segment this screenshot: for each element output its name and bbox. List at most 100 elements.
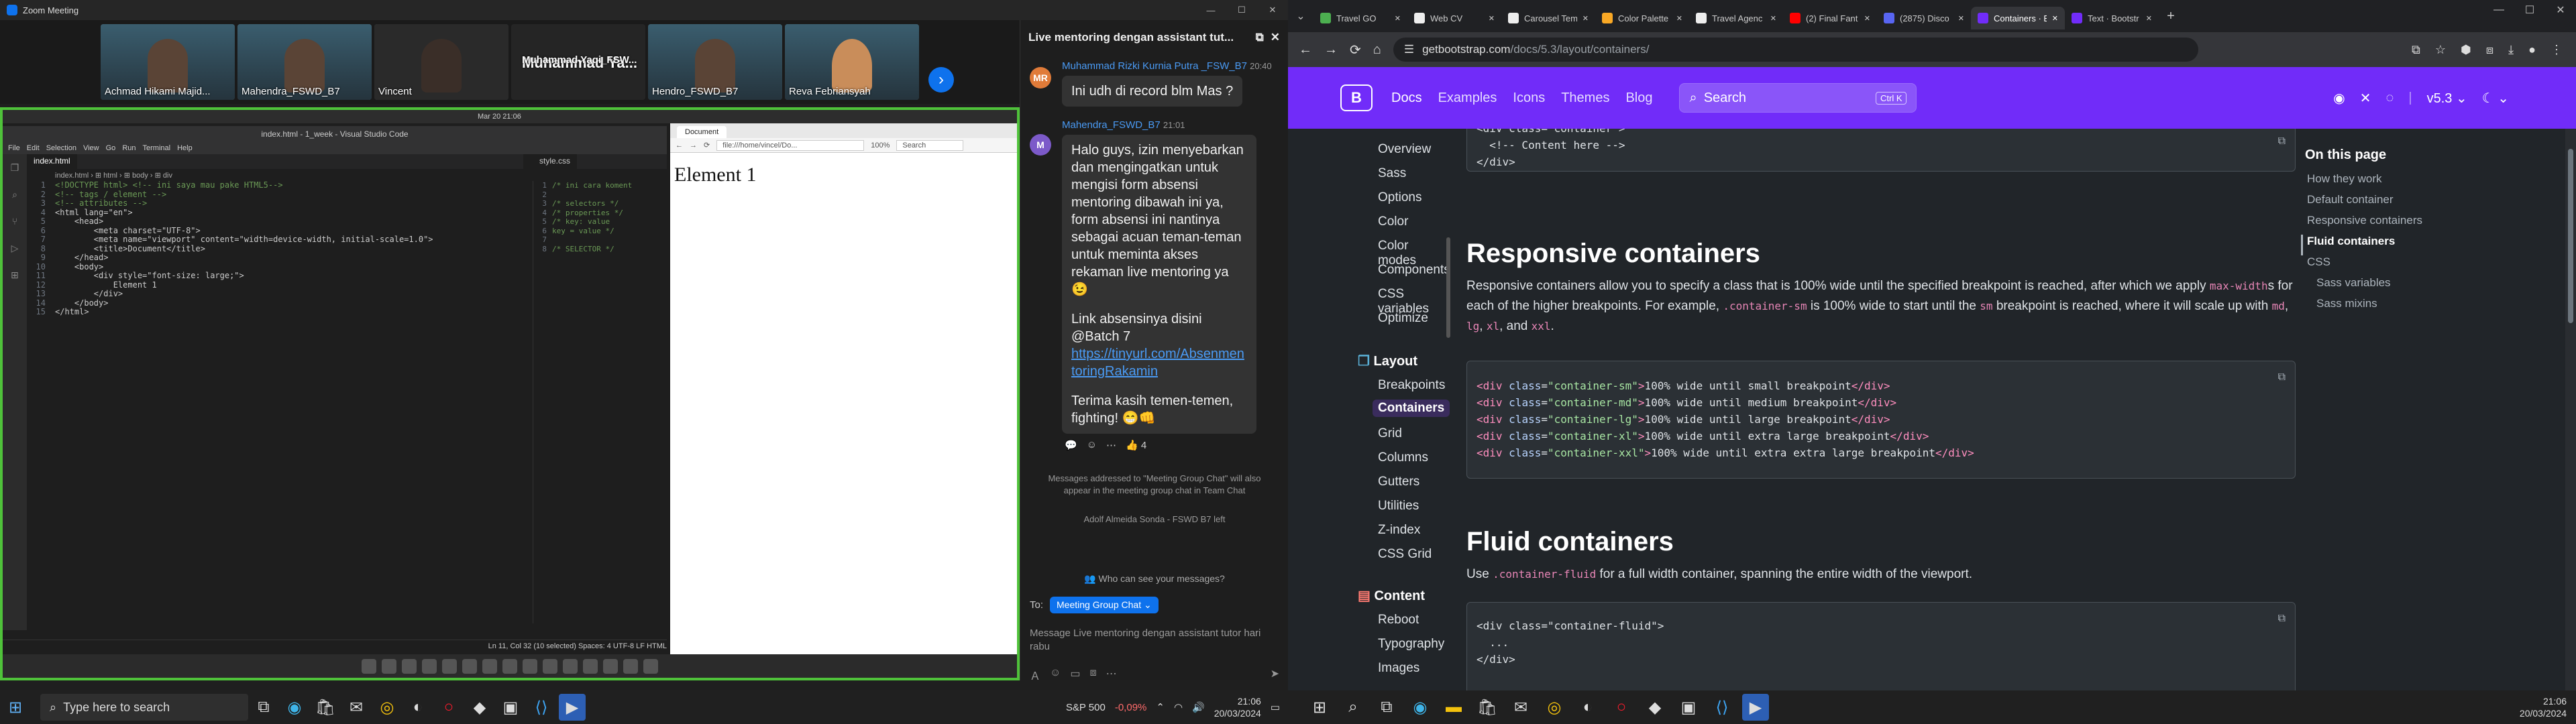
toc-item[interactable]: Sass variables	[2301, 276, 2469, 297]
browser-tab[interactable]: Color Palette ✕	[1595, 7, 1689, 29]
nav-docs[interactable]: Docs	[1391, 90, 1422, 106]
download-icon[interactable]: ⤓	[2508, 43, 2514, 57]
toc-item-active[interactable]: Fluid containers	[2301, 235, 2469, 255]
chat-input[interactable]: Message Live mentoring dengan assistant …	[1030, 627, 1278, 653]
explorer-icon[interactable]: ❐	[3, 154, 27, 181]
copy-icon[interactable]: ⧉	[2278, 368, 2286, 385]
sidebar-item[interactable]: Options	[1378, 190, 1421, 205]
close-tab-icon[interactable]: ✕	[1770, 14, 1776, 23]
menu-item[interactable]: Run	[122, 144, 136, 152]
reaction-count[interactable]: 👍 4	[1126, 439, 1146, 451]
browser-tab[interactable]: Containers · B ✕	[1971, 7, 2065, 29]
close-button[interactable]: ✕	[2545, 0, 2576, 20]
task-view-icon[interactable]: ⧉	[1373, 694, 1400, 721]
taskbar-search[interactable]: ⌕ Type here to search	[40, 694, 248, 721]
sidebar-item[interactable]: Overview	[1378, 142, 1431, 157]
stock-label[interactable]: S&P 500	[1066, 702, 1106, 713]
new-tab-icon[interactable]: +	[2159, 9, 2183, 24]
browser-tab[interactable]: (2875) Disco ✕	[1877, 7, 1971, 29]
browser-tab[interactable]: Travel GO ✕	[1313, 7, 1407, 29]
nav-blog[interactable]: Blog	[1625, 90, 1652, 106]
sidebar-item[interactable]: Reboot	[1378, 613, 1419, 627]
forward-icon[interactable]: →	[1324, 42, 1338, 58]
recipient-select[interactable]: Meeting Group Chat ⌄	[1050, 597, 1159, 613]
sidebar-item[interactable]: Breakpoints	[1378, 378, 1445, 393]
home-icon[interactable]: ⌂	[1373, 42, 1381, 58]
app-icon[interactable]: ◐	[1574, 694, 1601, 721]
participant-tile[interactable]: Vincent	[374, 24, 508, 100]
copy-icon[interactable]: ⧉	[2278, 132, 2286, 149]
close-tab-icon[interactable]: ✕	[1864, 14, 1870, 23]
theme-toggle-icon[interactable]: ☾ ⌄	[2482, 90, 2509, 107]
close-tab-icon[interactable]: ✕	[2146, 14, 2152, 23]
reload-icon[interactable]: ⟳	[704, 141, 710, 149]
tab-index-html[interactable]: index.html	[27, 154, 77, 169]
css-editor[interactable]: 1 /* ini cara koment 2 3 /* selectors */ 4 /* …	[533, 181, 667, 623]
bootstrap-logo[interactable]: B	[1340, 84, 1373, 111]
wifi-icon[interactable]: ◠	[1174, 701, 1183, 713]
source-control-icon[interactable]: ⑂	[3, 208, 27, 235]
browser-tab[interactable]: Carousel Tem ✕	[1501, 7, 1595, 29]
maximize-button[interactable]: ☐	[2514, 0, 2545, 20]
popout-icon[interactable]: ⧉	[1256, 31, 1264, 44]
menu-item[interactable]: Terminal	[143, 144, 171, 152]
zoom-taskbar-icon[interactable]: ▶	[559, 694, 586, 721]
toc-item[interactable]: Default container	[2301, 193, 2469, 214]
code-editor[interactable]: 1 <!DOCTYPE html> <!-- ini saya mau pake …	[27, 180, 523, 623]
forward-icon[interactable]: →	[690, 141, 697, 149]
sidebar-item[interactable]: Optimize	[1378, 311, 1428, 326]
notification-icon[interactable]: ▭	[1271, 701, 1280, 713]
toc-item[interactable]: Sass mixins	[2301, 297, 2469, 318]
tab-menu-icon[interactable]: ⌄	[1288, 9, 1313, 23]
clock[interactable]: 21:06 20/03/2024	[1214, 695, 1261, 719]
volume-icon[interactable]: 🔊	[1192, 701, 1205, 713]
sidebar-item[interactable]: Gutters	[1378, 475, 1419, 489]
close-tab-icon[interactable]: ✕	[1395, 14, 1401, 23]
edge-icon[interactable]: ◉	[281, 694, 308, 721]
store-icon[interactable]: 🛍	[312, 694, 339, 721]
sidebar-item[interactable]: Images	[1378, 661, 1419, 676]
mail-icon[interactable]: ✉	[343, 694, 370, 721]
nav-examples[interactable]: Examples	[1438, 90, 1497, 106]
close-button[interactable]: ✕	[1257, 0, 1288, 20]
opera-icon[interactable]: ○	[1608, 694, 1635, 721]
site-info-icon[interactable]: ☰	[1404, 43, 1414, 56]
back-icon[interactable]: ←	[1299, 42, 1312, 58]
app-icon[interactable]: ◐	[405, 694, 431, 721]
mini-search[interactable]: Search	[896, 139, 964, 151]
menu-item[interactable]: File	[8, 144, 20, 152]
store-icon[interactable]: 🛍	[1474, 694, 1501, 721]
mini-browser-tab[interactable]: Document	[677, 126, 727, 138]
version-dropdown[interactable]: v5.3 ⌄	[2427, 90, 2467, 107]
participant-tile[interactable]: Achmad Hikami Majid...	[101, 24, 235, 100]
sidebar-scrollbar[interactable]	[1446, 237, 1450, 338]
mail-icon[interactable]: ✉	[1507, 694, 1534, 721]
nav-themes[interactable]: Themes	[1561, 90, 1609, 106]
maximize-button[interactable]: ☐	[1226, 0, 1257, 20]
file-icon[interactable]: ▭	[1070, 667, 1080, 683]
who-can-see[interactable]: 👥 Who can see your messages?	[1020, 573, 1289, 585]
app-icon[interactable]: ▣	[1675, 694, 1702, 721]
sidebar-item-active[interactable]: Containers	[1373, 400, 1450, 417]
browser-tab[interactable]: Text · Bootstr ✕	[2065, 7, 2159, 29]
windows-start-icon[interactable]: ⊞	[2, 694, 29, 721]
more-icon[interactable]: ⋯	[1106, 667, 1117, 683]
screenshot-icon[interactable]: ⧈	[1089, 667, 1096, 683]
menu-item[interactable]: Help	[177, 144, 193, 152]
close-tab-icon[interactable]: ✕	[1958, 14, 1964, 23]
opera-icon[interactable]: ○	[435, 694, 462, 721]
twitter-icon[interactable]: ✕	[2360, 90, 2371, 107]
close-tab-icon[interactable]: ✕	[1489, 14, 1495, 23]
absensi-link[interactable]: https://tinyurl.com/AbsenmentoringRakami…	[1071, 345, 1247, 380]
participant-tile[interactable]: Muhammad Ya... Muhammad Yaqi_FSW...	[511, 24, 645, 100]
sidebar-item[interactable]: Color	[1378, 215, 1408, 229]
participant-tile[interactable]: Reva Febriansyah	[785, 24, 919, 100]
profile-icon[interactable]: ●	[2528, 43, 2536, 57]
menu-item[interactable]: Selection	[46, 144, 76, 152]
edge-icon[interactable]: ◉	[1407, 694, 1434, 721]
browser-tab[interactable]: (2) Final Fant ✕	[1783, 7, 1877, 29]
mini-url[interactable]: file:///home/vincel/Do...	[716, 139, 865, 151]
cast-icon[interactable]: ⧉	[2412, 43, 2420, 57]
tray-chevron-icon[interactable]: ⌃	[1156, 701, 1165, 713]
close-tab-icon[interactable]: ✕	[2052, 14, 2058, 23]
